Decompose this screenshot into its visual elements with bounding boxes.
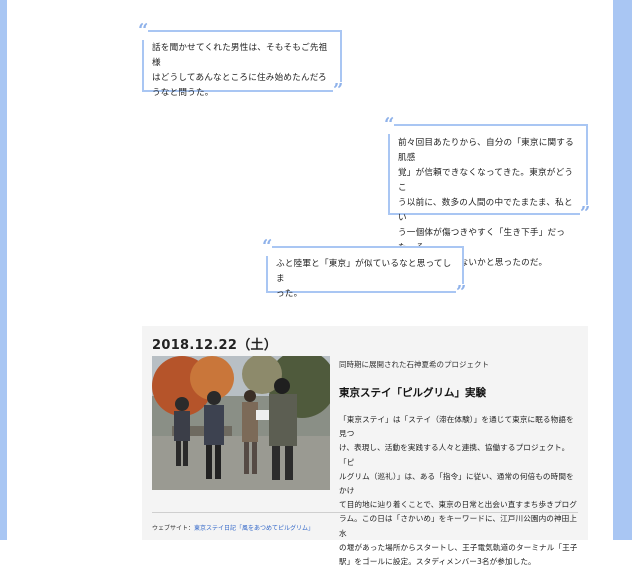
card-divider: [152, 512, 578, 513]
quote-line: 覚」が信頼できなくなってきた。東京がどうこ: [398, 168, 574, 193]
description-line: 「東京ステイ」は「ステイ（滞在体験）」を通じて東京に眠る物語を見つ: [339, 415, 574, 439]
description-line: の堰があった場所からスタートし、王子電気軌道のターミナル「王子: [339, 542, 578, 552]
event-title: 東京ステイ「ピルグリム」実験: [339, 387, 486, 399]
event-card: 2018.12.22（土） 同時期に展開された石神夏希のプロジェクト 東京ステイ…: [142, 326, 588, 566]
page-frame-right: [613, 0, 632, 540]
event-website: ウェブサイト：東京ステイ日記「風をあつめてピルグリム」: [152, 523, 314, 532]
description-line: ルグリム（巡礼）」は、ある「指令」に従い、通常の何倍もの時間をかけ: [339, 471, 574, 496]
quote-line: 前々回目あたりから、自分の「東京に関する肌感: [398, 138, 574, 163]
event-subtitle: 同時期に展開された石神夏希のプロジェクト: [339, 360, 489, 369]
event-date: 2018.12.22（土）: [152, 338, 278, 353]
close-quote-icon: ”: [333, 80, 344, 101]
website-link[interactable]: 東京ステイ日記「風をあつめてピルグリム」: [194, 525, 314, 532]
open-quote-icon: “: [262, 236, 273, 257]
close-quote-icon: ”: [580, 203, 591, 224]
close-quote-icon: ”: [456, 282, 467, 303]
event-description: 「東京ステイ」は「ステイ（滞在体験）」を通じて東京に眠る物語を見つ け、表現し、…: [339, 413, 579, 569]
description-line: 駅」をゴールに設定。スタディメンバー3名が参加した。: [339, 557, 536, 567]
quote-line: ふと陸軍と「東京」が似ているなと思ってしま: [276, 259, 452, 284]
description-line: ラム。この日は「さかいめ」をキーワードに、江戸川公園内の神田上水: [339, 514, 578, 538]
open-quote-icon: “: [384, 114, 395, 135]
open-quote-icon: “: [138, 20, 149, 41]
quote-line: った。: [276, 289, 303, 299]
quote-line: うなと問うた。: [152, 88, 214, 98]
website-label: ウェブサイト：: [152, 525, 195, 532]
description-line: て目的地に辿り着くことで、東京の日常と出会い直すまち歩きプログ: [339, 500, 577, 510]
quote-line: 話を聞かせてくれた男性は、そもそもご先祖様: [152, 43, 328, 68]
quote-line: はどうしてあんなところに住み始めたんだろ: [152, 73, 327, 83]
page-frame-left: [0, 0, 7, 540]
quote-line: う以前に、数多の人間の中でたまたま、私とい: [398, 198, 573, 223]
description-line: け、表現し、活動を実践する人々と連携、協働するプロジェクト。「ピ: [339, 443, 570, 467]
event-photo: [152, 356, 330, 490]
quote-box: 前々回目あたりから、自分の「東京に関する肌感 覚」が信頼できなくなってきた。東京…: [388, 124, 588, 268]
quote-box: ふと陸軍と「東京」が似ているなと思ってしま った。: [266, 246, 464, 299]
photo-illustration: [152, 356, 330, 490]
quote-box: 話を聞かせてくれた男性は、そもそもご先祖様 はどうしてあんなところに住み始めたん…: [142, 30, 342, 98]
